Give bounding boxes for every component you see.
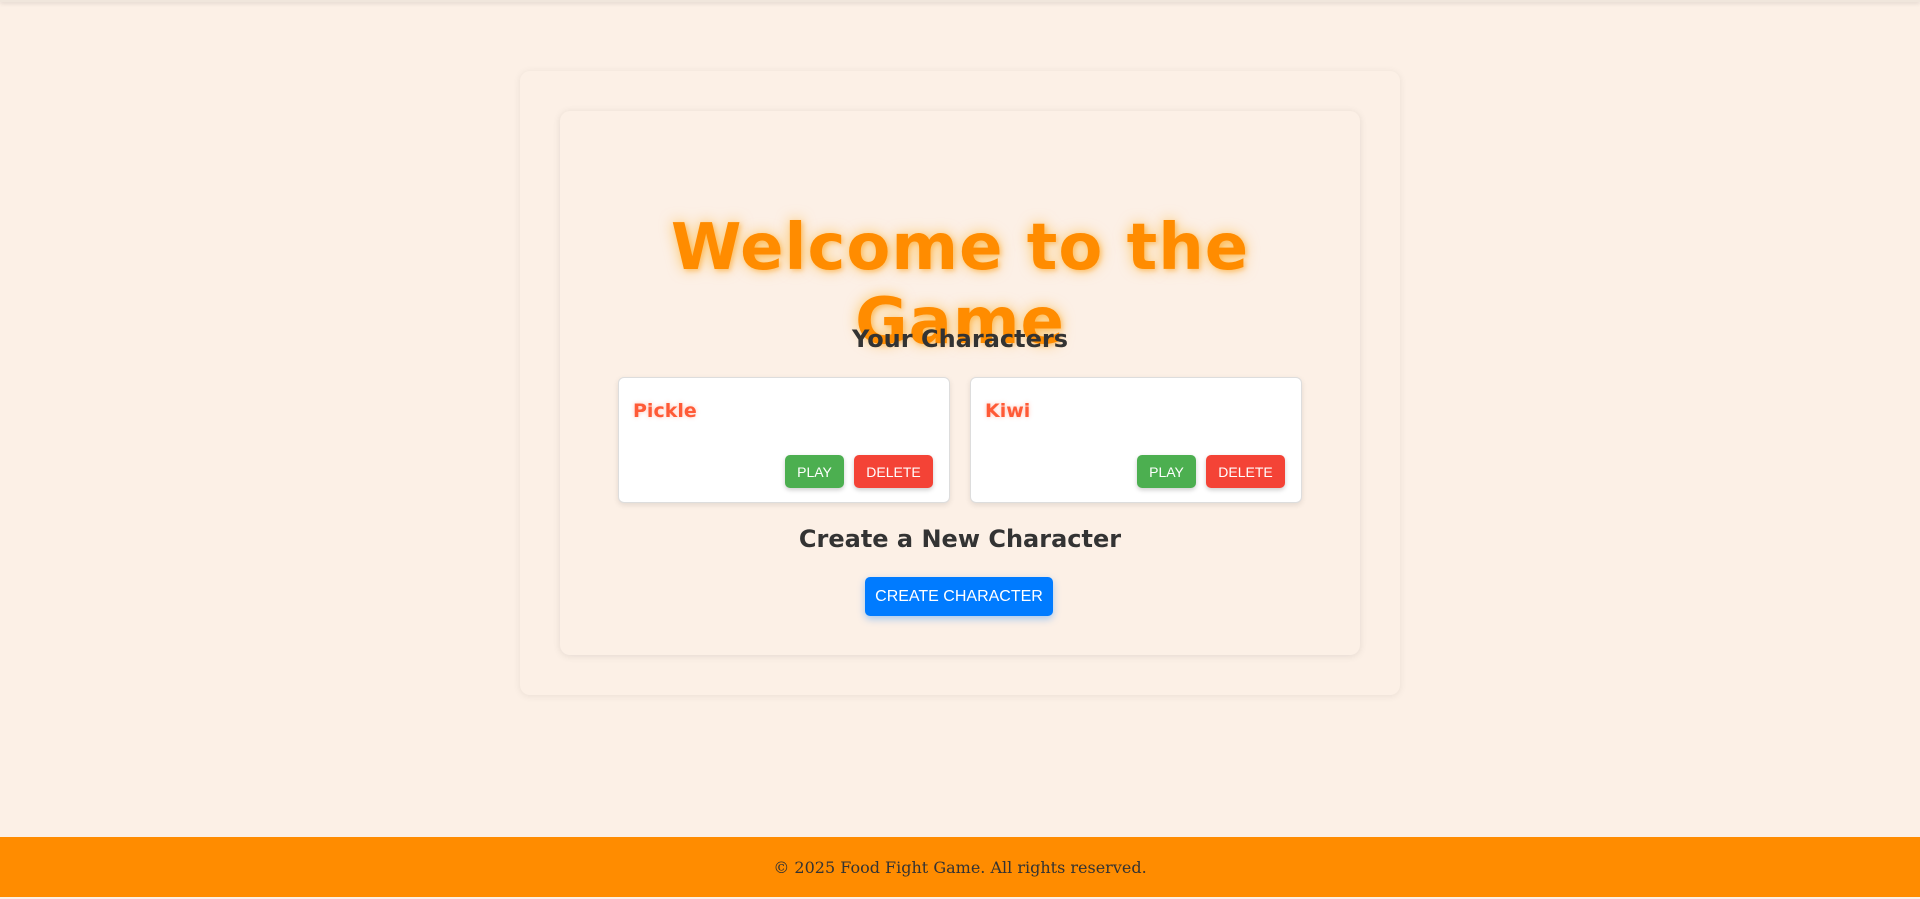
footer: © 2025 Food Fight Game. All rights reser… — [0, 837, 1920, 897]
outer-container: Welcome to the Game Your Characters Pick… — [520, 71, 1400, 695]
create-character-heading: Create a New Character — [798, 525, 1122, 553]
welcome-card: Welcome to the Game Your Characters Pick… — [560, 111, 1360, 655]
top-bar-shadow — [0, 0, 1920, 2]
characters-heading: Your Characters — [852, 325, 1068, 353]
create-character-button[interactable]: CREATE CHARACTER — [865, 577, 1053, 616]
character-list: Pickle PLAY DELETE Kiwi PLAY DELETE — [618, 377, 1302, 503]
character-card: Pickle PLAY DELETE — [618, 377, 950, 503]
character-card: Kiwi PLAY DELETE — [970, 377, 1302, 503]
play-button[interactable]: PLAY — [785, 455, 844, 488]
delete-button[interactable]: DELETE — [1206, 455, 1285, 488]
character-name: Kiwi — [985, 400, 1031, 422]
play-button[interactable]: PLAY — [1137, 455, 1196, 488]
delete-button[interactable]: DELETE — [854, 455, 933, 488]
copyright-text: © 2025 Food Fight Game. All rights reser… — [773, 857, 1147, 877]
character-name: Pickle — [633, 400, 697, 422]
